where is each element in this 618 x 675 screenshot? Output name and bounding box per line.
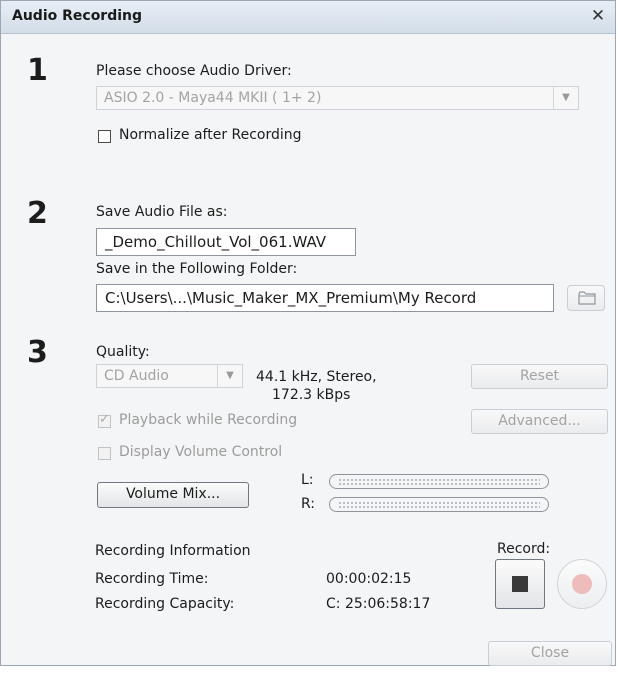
quality-label: Quality: <box>96 344 150 360</box>
volume-mix-button[interactable]: Volume Mix... <box>97 482 249 508</box>
step-three-number: 3 <box>27 335 48 370</box>
folder-path-input[interactable]: C:\Users\...\Music_Maker_MX_Premium\My R… <box>96 284 554 312</box>
quality-select[interactable]: CD Audio ▼ <box>96 364 243 388</box>
record-icon <box>572 574 592 594</box>
recording-capacity-value: C: 25:06:58:17 <box>326 596 431 612</box>
display-volume-checkbox[interactable] <box>98 447 111 460</box>
level-meter-right <box>329 497 549 512</box>
step-one-number: 1 <box>27 53 48 88</box>
display-volume-label: Display Volume Control <box>119 444 283 460</box>
audio-driver-value: ASIO 2.0 - Maya44 MKII ( 1+ 2) <box>104 90 322 106</box>
save-folder-label: Save in the Following Folder: <box>96 261 298 277</box>
save-file-label: Save Audio File as: <box>96 204 228 220</box>
chevron-down-icon[interactable]: ▼ <box>217 365 242 387</box>
file-name-input[interactable]: _Demo_Chillout_Vol_061.WAV <box>96 228 356 256</box>
stop-button[interactable] <box>495 559 545 609</box>
reset-button[interactable]: Reset <box>471 364 608 389</box>
normalize-label: Normalize after Recording <box>119 127 302 143</box>
normalize-checkbox[interactable] <box>98 130 111 143</box>
recording-info-heading: Recording Information <box>95 543 251 559</box>
chevron-down-icon[interactable]: ▼ <box>553 87 578 109</box>
close-button[interactable]: Close <box>488 641 612 666</box>
recording-capacity-label: Recording Capacity: <box>95 596 235 612</box>
title-bar: Audio Recording ✕ <box>1 1 615 34</box>
meter-left-label: L: <box>301 472 314 488</box>
dialog-title: Audio Recording <box>12 8 143 24</box>
meter-right-label: R: <box>301 496 316 512</box>
quality-info-rate: 44.1 kHz, Stereo, <box>256 369 377 385</box>
audio-recording-dialog: Audio Recording ✕ 1 Please choose Audio … <box>0 0 616 666</box>
quality-info-bitrate: 172.3 kBps <box>272 387 351 403</box>
record-button[interactable] <box>557 559 607 609</box>
advanced-button[interactable]: Advanced... <box>471 409 608 434</box>
folder-icon <box>578 291 596 305</box>
quality-value: CD Audio <box>104 368 169 384</box>
close-icon[interactable]: ✕ <box>589 7 607 25</box>
playback-checkbox[interactable] <box>98 412 111 428</box>
recording-time-label: Recording Time: <box>95 571 209 587</box>
step-two-number: 2 <box>27 196 48 231</box>
audio-driver-select[interactable]: ASIO 2.0 - Maya44 MKII ( 1+ 2) ▼ <box>96 86 579 110</box>
playback-label: Playback while Recording <box>119 412 298 428</box>
audio-driver-label: Please choose Audio Driver: <box>96 63 292 79</box>
record-label: Record: <box>497 541 551 557</box>
browse-folder-button[interactable] <box>567 285 605 311</box>
recording-time-value: 00:00:02:15 <box>326 571 412 587</box>
stop-icon <box>512 576 528 592</box>
level-meter-left <box>329 474 549 489</box>
